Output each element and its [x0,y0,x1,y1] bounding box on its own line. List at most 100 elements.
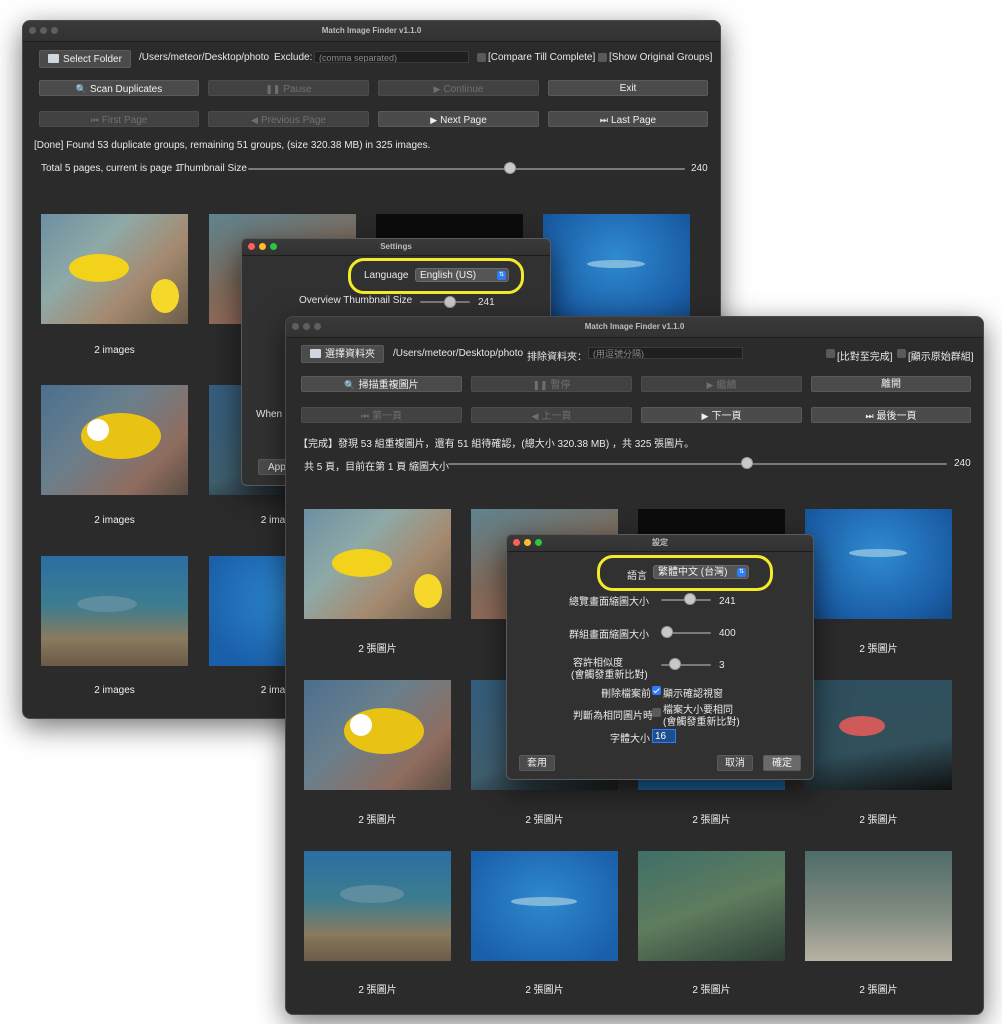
folder-icon [310,349,321,358]
back-pages-info: Total 5 pages, current is page 1 [41,163,181,174]
overview-size-value: 241 [719,596,736,607]
previous-icon: ◀ [251,115,258,125]
front-caption-10: 2 張圖片 [525,985,564,996]
front-caption-8: 2 張圖片 [859,815,898,826]
thumbnail-shark-2[interactable] [471,851,618,961]
front-path-label: /Users/meteor/Desktop/photo [393,348,524,359]
front-caption-11: 2 張圖片 [692,985,731,996]
front-caption-5: 2 張圖片 [358,815,397,826]
back-overview-knob[interactable] [444,296,456,308]
overview-size-knob[interactable] [684,593,696,605]
back-window-title: Match Image Finder v1.1.0 [321,26,422,35]
front-select-folder-button[interactable]: 選擇資料夾 [301,345,384,363]
front-first-page-button[interactable]: ⏮ 第一頁 [301,407,462,423]
settings-apply-button[interactable]: 套用 [519,755,555,771]
last-page-icon: ⏭ [865,411,874,421]
delete-confirm-checkbox[interactable] [652,686,661,695]
front-pages-info: 共 5 頁，目前在第 1 頁 縮圖大小 [304,462,450,473]
thumbnail-spotted-fish[interactable] [805,680,952,790]
front-window-title: Match Image Finder v1.1.0 [584,322,685,331]
front-scan-button[interactable]: 🔍 掃描重複圖片 [301,376,462,392]
group-size-label: 群組畫面縮圖大小 [569,630,649,641]
thumbnail-fish-reef[interactable] [41,556,188,666]
back-caption-3: 2 images [94,685,135,696]
front-pause-button[interactable]: ❚❚ 暫停 [471,376,632,392]
thumbnail-fish-yellow[interactable] [41,214,188,324]
thumbnail-eel-reef[interactable] [638,851,785,961]
back-scan-button[interactable]: 🔍 Scan Duplicates [39,80,199,96]
front-compare-checkbox[interactable] [826,349,835,358]
group-size-value: 400 [719,628,736,639]
next-icon: ▶ [701,411,709,421]
thumbnail-sand-fish[interactable] [805,851,952,961]
magnifier-icon: 🔍 [344,380,356,390]
front-show-groups-label: [顯示原始群組] [908,352,974,363]
front-thumb-size-knob[interactable] [741,457,753,469]
delete-confirm-check-label: 顯示確認視窗 [663,689,723,700]
back-thumb-size-slider[interactable] [248,168,685,170]
pause-icon: ❚❚ [532,380,548,390]
front-settings-title: 設定 [652,538,668,547]
front-caption-7: 2 張圖片 [692,815,731,826]
similarity-value: 3 [719,660,725,671]
last-page-icon: ⏭ [599,115,609,125]
back-last-page-button[interactable]: ⏭ Last Page [548,111,708,127]
front-thumb-size-slider[interactable] [448,463,947,465]
front-exclude-input[interactable]: (用逗號分隔) [588,347,743,359]
back-caption-2: 2 images [94,515,135,526]
back-compare-label: [Compare Till Complete] [488,52,596,63]
back-settings-titlebar: Settings [242,239,550,256]
back-thumb-size-value: 240 [691,163,708,174]
front-titlebar: Match Image Finder v1.1.0 [286,317,983,338]
same-size-checkbox[interactable] [652,708,661,717]
folder-icon [48,54,60,63]
back-caption-col2-1: 2 ima [260,515,286,526]
back-show-groups-checkbox[interactable] [598,53,607,62]
back-exclude-label: Exclude: [274,52,313,63]
back-status-text: [Done] Found 53 duplicate groups, remain… [34,140,431,151]
thumbnail-fish-yellow-2[interactable] [41,385,188,495]
thumbnail-shark-blue[interactable] [805,509,952,619]
group-size-knob[interactable] [661,626,673,638]
back-previous-page-button[interactable]: ◀ Previous Page [208,111,369,127]
front-previous-page-button[interactable]: ◀ 上一頁 [471,407,632,423]
back-thumb-size-label: Thumbnail Size [178,163,247,174]
font-size-label: 字體大小 [610,734,650,745]
front-caption-1: 2 張圖片 [358,644,397,655]
thumbnail-fish-yellow[interactable] [304,509,451,619]
front-caption-6: 2 張圖片 [525,815,564,826]
back-next-page-button[interactable]: ▶ Next Page [378,111,539,127]
settings-cancel-button[interactable]: 取消 [717,755,753,771]
thumbnail-fish-yellow-2[interactable] [304,680,451,790]
settings-ok-button[interactable]: 確定 [763,755,801,771]
back-first-page-button[interactable]: ⏮ First Page [39,111,199,127]
back-compare-checkbox[interactable] [477,53,486,62]
back-titlebar: Match Image Finder v1.1.0 [23,21,720,42]
back-exclude-input[interactable]: (comma separated) [314,51,469,63]
thumbnail-fish-reef[interactable] [304,851,451,961]
same-image-label: 判斷為相同圖片時 [573,711,653,722]
back-settings-title: Settings [380,242,412,251]
front-settings-titlebar: 設定 [507,535,813,552]
same-size-check-label-2: (會觸發重新比對) [663,717,740,728]
front-caption-12: 2 張圖片 [859,985,898,996]
thumbnail-shark-blue[interactable] [543,214,690,324]
similarity-knob[interactable] [669,658,681,670]
front-next-page-button[interactable]: ▶ 下一頁 [641,407,802,423]
pause-icon: ❚❚ [265,84,281,94]
magnifier-icon: 🔍 [75,84,87,94]
front-show-groups-checkbox[interactable] [897,349,906,358]
back-pause-button[interactable]: ❚❚ Pause [208,80,369,96]
first-page-icon: ⏮ [360,411,370,421]
front-exit-button[interactable]: 離開 [811,376,971,392]
back-select-folder-button[interactable]: Select Folder [39,50,131,68]
front-last-page-button[interactable]: ⏭ 最後一頁 [811,407,971,423]
back-overview-label: Overview Thumbnail Size [299,295,413,306]
back-thumb-size-knob[interactable] [504,162,516,174]
front-continue-button[interactable]: ▶ 繼續 [641,376,802,392]
back-exit-button[interactable]: Exit [548,80,708,96]
font-size-stepper[interactable]: 16 [652,729,676,743]
back-path-label: /Users/meteor/Desktop/photo [139,52,270,63]
back-continue-button[interactable]: ▶ Continue [378,80,539,96]
previous-icon: ◀ [531,411,539,421]
